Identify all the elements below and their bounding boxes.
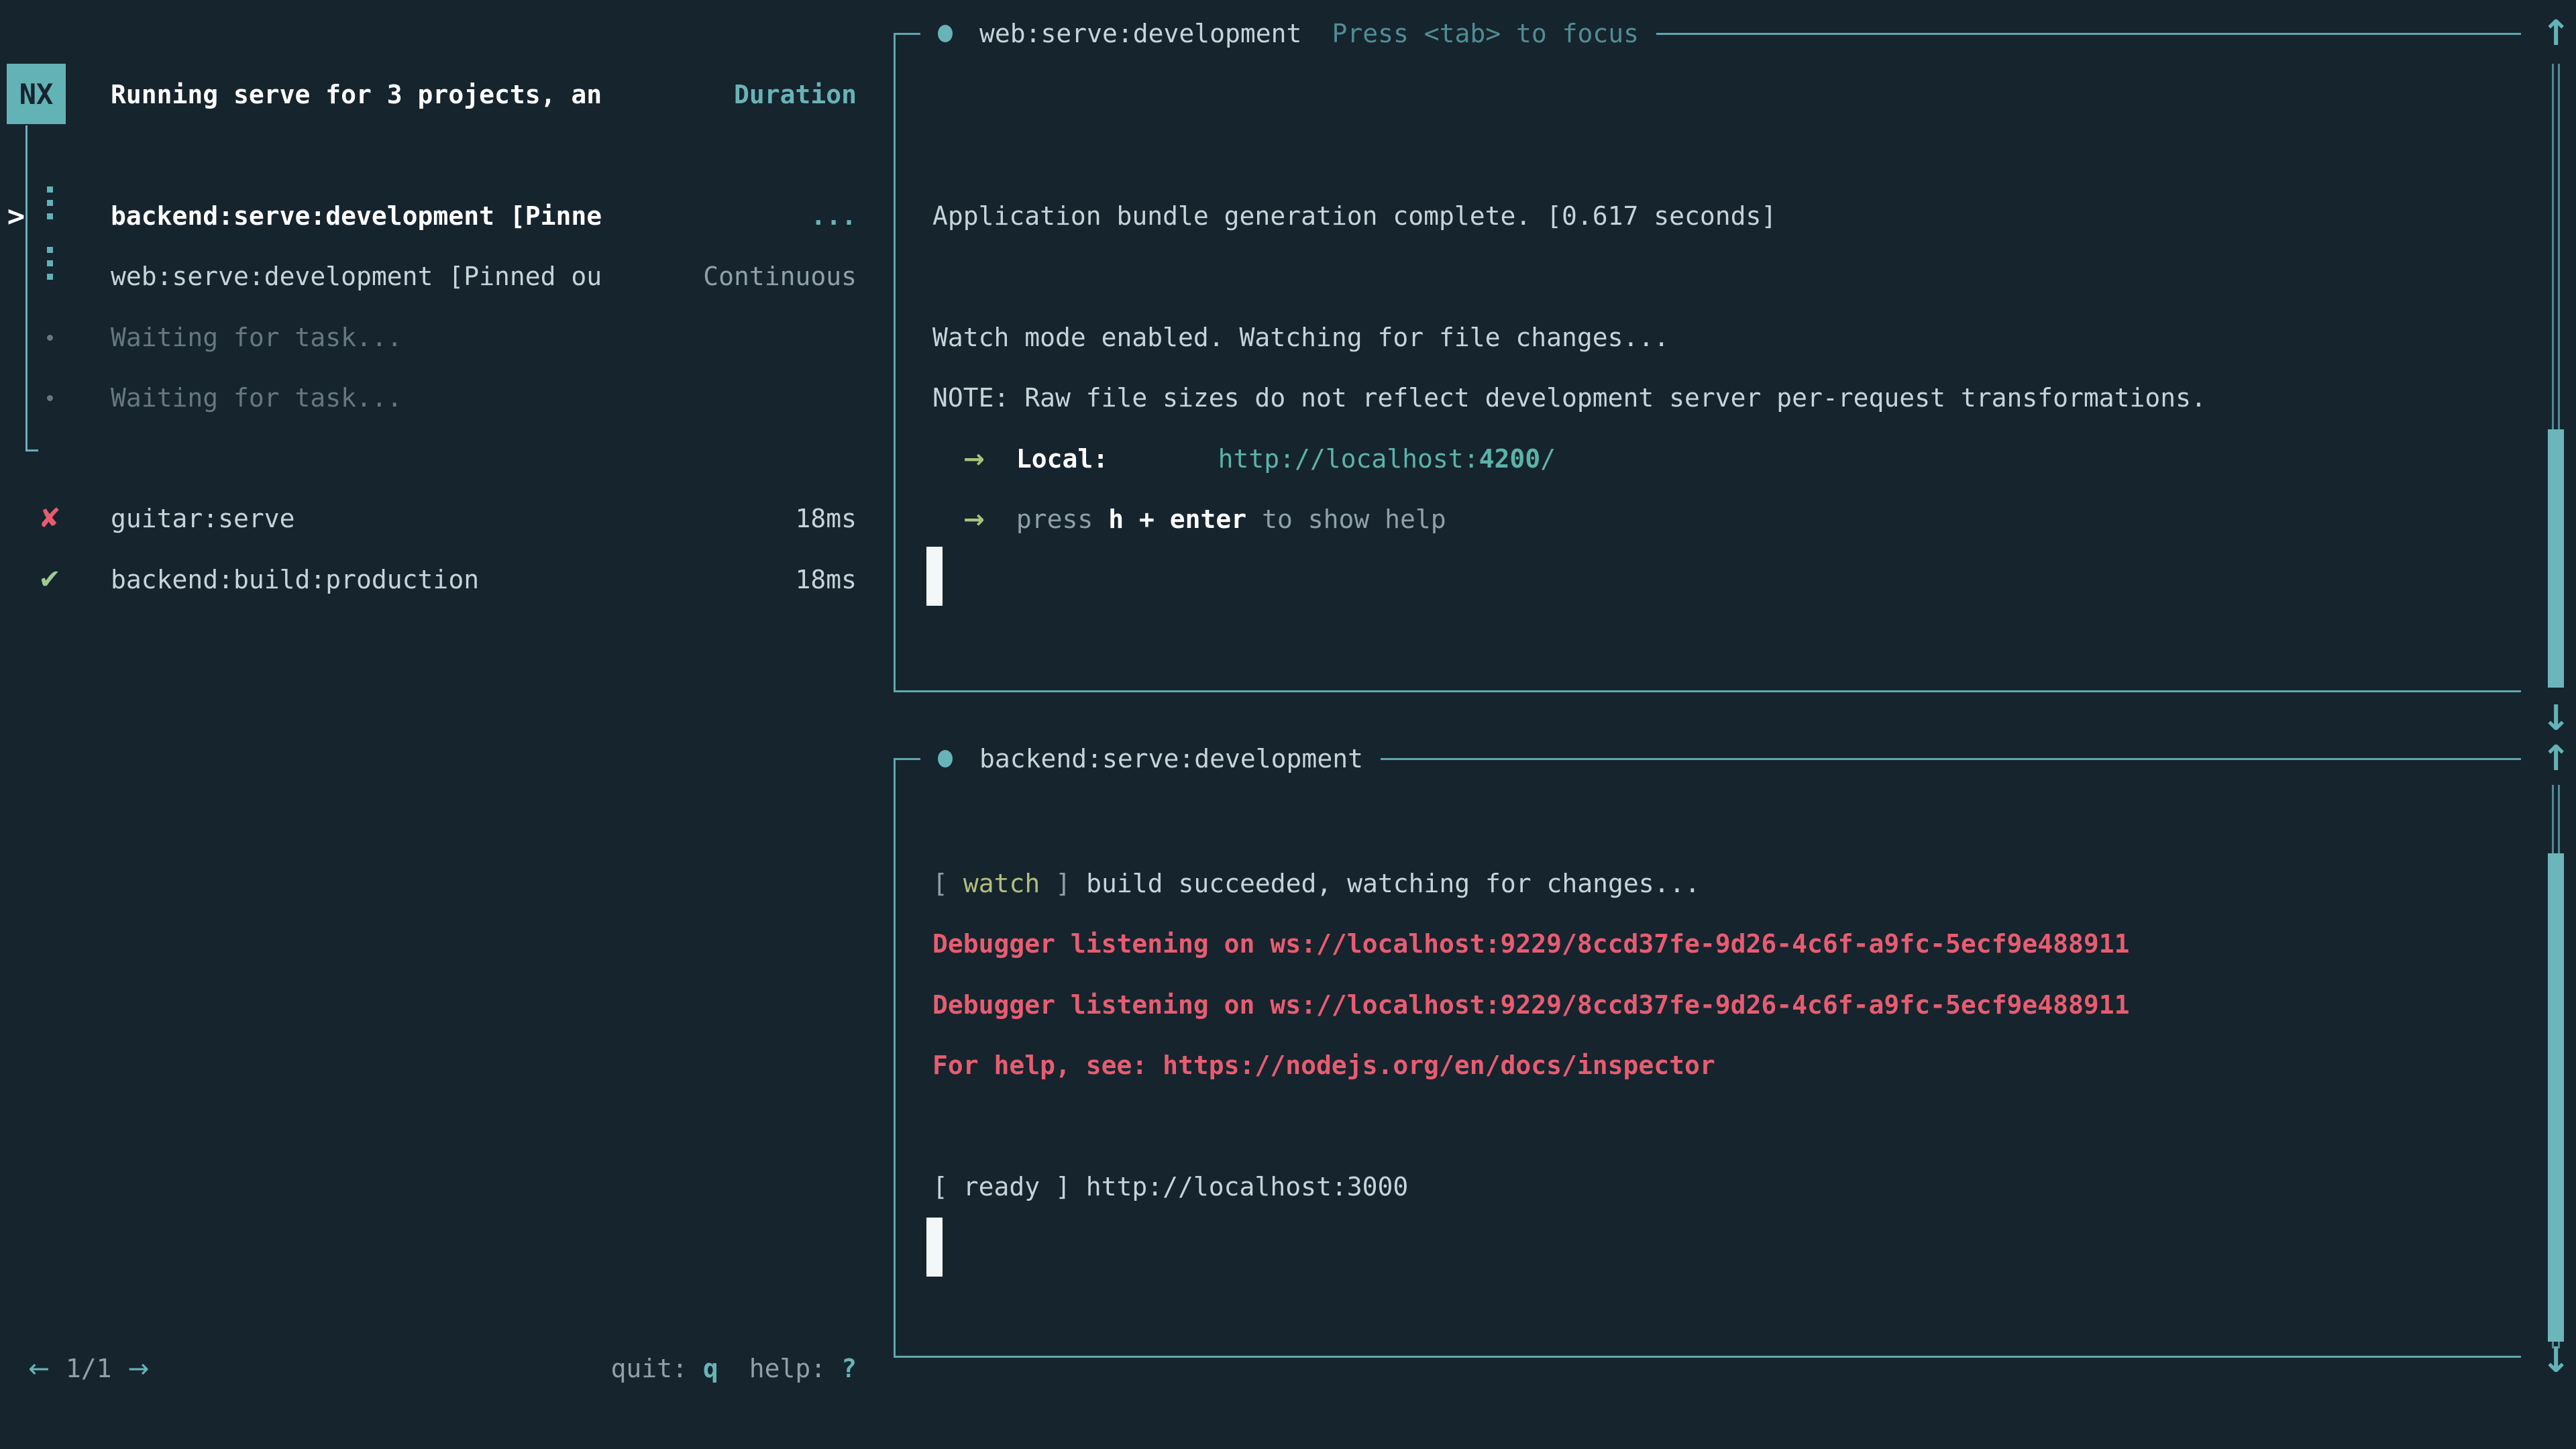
- task-row-backend-serve-status: ...: [810, 186, 857, 246]
- quit-key[interactable]: q: [703, 1354, 718, 1383]
- watch-rest: build succeeded, watching for changes...: [1086, 869, 1700, 898]
- error-x-icon: ✘: [35, 488, 64, 549]
- page-prev-icon[interactable]: ←: [28, 1354, 50, 1383]
- arrow-right-icon: →: [963, 444, 985, 474]
- task-row-web-serve[interactable]: web:serve:development [Pinned ou: [111, 246, 602, 307]
- waiting-dot-icon: [35, 368, 64, 428]
- quit-label: quit:: [610, 1354, 687, 1383]
- log-line-press-help: → press h + enter to show help: [963, 489, 1446, 549]
- selected-task-chevron-icon: >: [3, 186, 30, 246]
- arrow-right-icon: →: [963, 504, 985, 534]
- bottom-pane-header[interactable]: backend:serve:development: [920, 741, 1381, 777]
- scrollbar-thumb[interactable]: [2548, 853, 2564, 1342]
- press-word: press: [1016, 504, 1093, 534]
- task-row-waiting-1[interactable]: Waiting for task...: [111, 307, 402, 368]
- spinner-icon: [35, 246, 64, 307]
- help-label: help:: [749, 1354, 826, 1383]
- check-icon: ✔: [35, 549, 64, 610]
- keybind-hints: quit: q help: ?: [610, 1338, 857, 1399]
- bracket-close: ]: [1055, 869, 1071, 898]
- task-row-web-serve-status: Continuous: [703, 246, 857, 307]
- press-keys: h + enter: [1108, 504, 1246, 534]
- scroll-up-icon[interactable]: ↑: [2540, 15, 2572, 52]
- task-status-dot-icon: [938, 25, 953, 42]
- log-line-local: → Local: http://localhost:4200/: [963, 429, 1556, 489]
- local-url-slash[interactable]: /: [1540, 444, 1556, 474]
- spinner-icon: [35, 186, 64, 246]
- waiting-dot-icon: [35, 307, 64, 368]
- scroll-down-icon[interactable]: ↓: [2540, 700, 2572, 737]
- bottom-pane-title: backend:serve:development: [979, 744, 1363, 773]
- top-pane-header[interactable]: web:serve:development Press <tab> to foc…: [920, 15, 1656, 52]
- terminal-cursor: [926, 547, 943, 606]
- scrollbar-thumb[interactable]: [2548, 429, 2564, 688]
- page-indicator: 1/1: [66, 1354, 112, 1383]
- terminal-cursor: [926, 1218, 943, 1277]
- scroll-up-icon[interactable]: ↑: [2540, 740, 2572, 777]
- log-line-bundle: Application bundle generation complete. …: [932, 186, 1776, 246]
- nx-logo: NX: [7, 64, 66, 124]
- log-line-watch-mode: Watch mode enabled. Watching for file ch…: [932, 307, 1669, 368]
- sidebar-title: Running serve for 3 projects, an: [111, 64, 602, 125]
- log-line-note: NOTE: Raw file sizes do not reflect deve…: [932, 368, 2206, 428]
- page-next-icon[interactable]: →: [127, 1354, 149, 1383]
- task-row-backend-build-duration: 18ms: [795, 549, 857, 610]
- task-row-backend-serve[interactable]: backend:serve:development [Pinne: [111, 186, 602, 246]
- task-row-guitar-serve[interactable]: guitar:serve: [111, 488, 295, 549]
- top-pane-title: web:serve:development: [979, 19, 1301, 48]
- local-label: Local:: [1016, 444, 1108, 474]
- bracket-open: [: [932, 869, 948, 898]
- task-row-waiting-2[interactable]: Waiting for task...: [111, 368, 402, 428]
- press-rest: to show help: [1262, 504, 1446, 534]
- help-key[interactable]: ?: [841, 1354, 857, 1383]
- log-line-watch: [ watch ] build succeeded, watching for …: [932, 853, 1700, 914]
- top-pane-focus-hint: Press <tab> to focus: [1332, 19, 1639, 48]
- log-line-debugger-1: Debugger listening on ws://localhost:922…: [932, 914, 2129, 974]
- scroll-down-icon[interactable]: ↓: [2540, 1342, 2572, 1379]
- duration-column-header: Duration: [734, 64, 857, 125]
- task-row-backend-build[interactable]: backend:build:production: [111, 549, 479, 610]
- log-line-inspector-help: For help, see: https://nodejs.org/en/doc…: [932, 1035, 1715, 1095]
- task-status-dot-icon: [938, 750, 953, 767]
- pagination: ← 1/1 →: [28, 1338, 149, 1399]
- log-line-debugger-2: Debugger listening on ws://localhost:922…: [932, 975, 2129, 1035]
- log-line-ready: [ ready ] http://localhost:3000: [932, 1157, 1408, 1217]
- task-row-guitar-serve-duration: 18ms: [795, 488, 857, 549]
- local-url-port[interactable]: 4200: [1479, 444, 1541, 474]
- watch-word: watch: [963, 869, 1040, 898]
- local-url-prefix[interactable]: http://localhost:: [1218, 444, 1479, 474]
